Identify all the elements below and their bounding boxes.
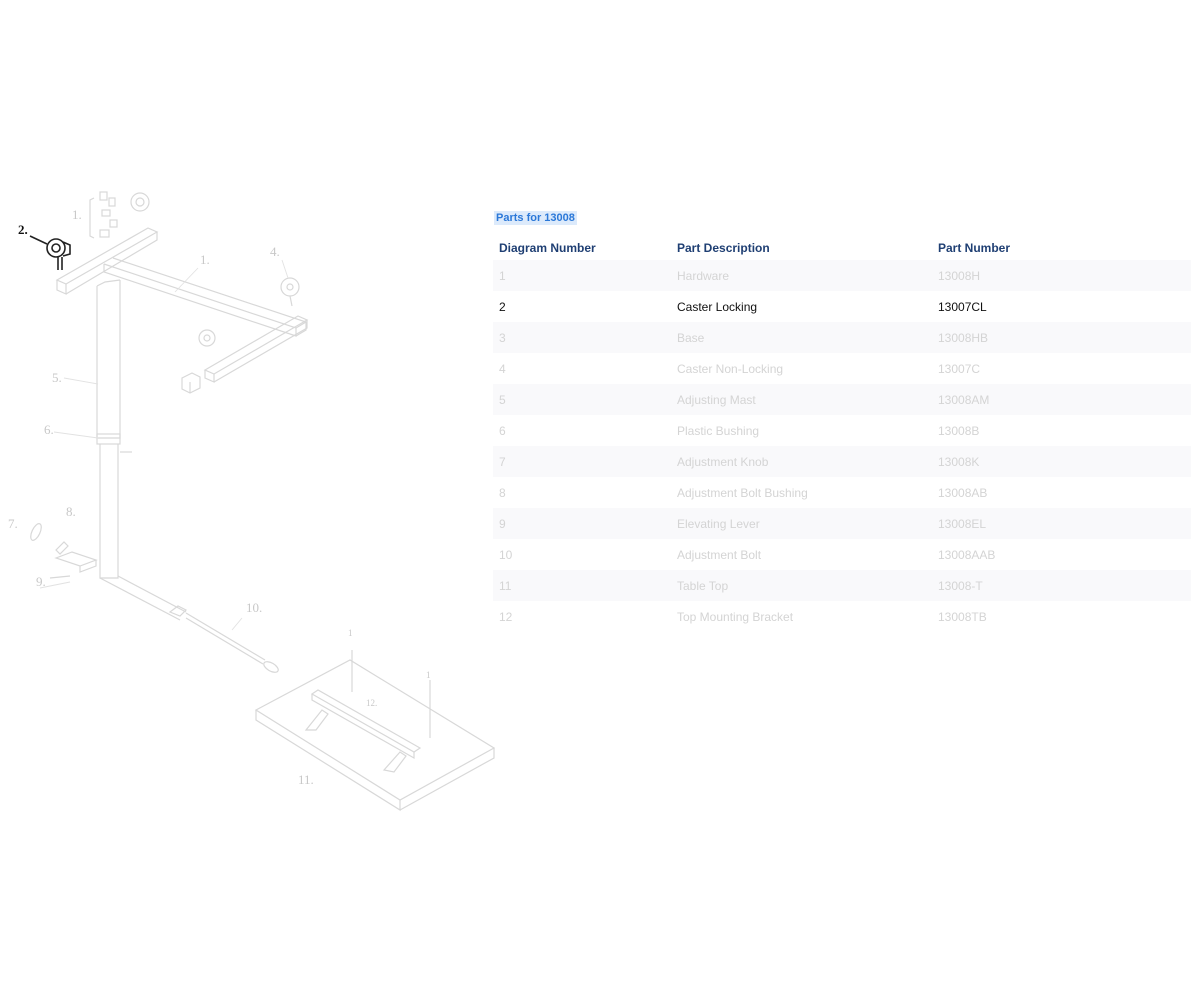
leader-lines <box>39 259 289 631</box>
cell-part-number: 13008EL <box>932 508 1191 539</box>
callout-5: 5. <box>52 370 62 385</box>
cell-part-description: Adjustment Bolt <box>677 547 762 562</box>
cell-part-description: Top Mounting Bracket <box>677 609 794 624</box>
diagram-drawing <box>29 191 496 812</box>
cell-diagram-number: 12 <box>499 609 513 624</box>
parts-table: Diagram Number Part Description Part Num… <box>493 236 1191 632</box>
callout-2[interactable]: 2. <box>18 222 28 238</box>
table-row[interactable]: 10 Adjustment Bolt 13008AAB <box>493 539 1191 570</box>
table-row[interactable]: 7 Adjustment Knob 13008K <box>493 446 1191 477</box>
table-row[interactable]: 11 Table Top 13008-T <box>493 570 1191 601</box>
cell-part-number: 13008H <box>932 260 1191 291</box>
callout-10: 10. <box>246 600 263 615</box>
column-header-diagram-number: Diagram Number <box>499 241 596 255</box>
cell-part-number: 13007C <box>938 361 981 376</box>
table-row[interactable]: 8 Adjustment Bolt Bushing 13008AB <box>493 477 1191 508</box>
cell-part-number: 13008TB <box>938 609 987 624</box>
adjustment-hardware <box>30 523 98 579</box>
cell-part-number: 13008AAB <box>938 547 996 562</box>
cell-part-number: 13008HB <box>932 322 1191 353</box>
parts-title-link[interactable]: Parts for 13008 <box>494 211 577 225</box>
cell-part-description: Caster Non-Locking <box>677 361 784 376</box>
parts-panel: Parts for 13008 Diagram Number Part Desc… <box>493 208 1191 632</box>
callout-6: 6. <box>44 422 54 437</box>
table-row[interactable]: 4 Caster Non-Locking 13007C <box>493 353 1191 384</box>
callout-12: 12. <box>366 698 378 708</box>
cell-part-description: Adjustment Knob <box>671 446 932 477</box>
table-top <box>254 650 496 812</box>
table-row[interactable]: 12 Top Mounting Bracket 13008TB <box>493 601 1191 632</box>
cell-part-description: Caster Locking <box>671 291 932 322</box>
caster-locking-highlight[interactable] <box>29 235 71 270</box>
cell-diagram-number: 4 <box>499 361 506 376</box>
table-row[interactable]: 6 Plastic Bushing 13008B <box>493 415 1191 446</box>
hardware-group <box>89 191 150 239</box>
cell-diagram-number: 5 <box>493 384 671 415</box>
cell-part-number: 13008B <box>938 423 980 438</box>
cell-diagram-number: 8 <box>499 485 506 500</box>
cell-diagram-number: 10 <box>499 547 513 562</box>
cell-part-description: Base <box>671 322 932 353</box>
adjusting-mast <box>96 279 187 621</box>
cell-part-number: 13008-T <box>932 570 1191 601</box>
callout-1a: 1. <box>72 207 82 222</box>
table-row[interactable]: 3 Base 13008HB <box>493 322 1191 353</box>
callout-7: 7. <box>8 516 18 531</box>
table-row[interactable]: 1 Hardware 13008H <box>493 260 1191 291</box>
cell-part-description: Elevating Lever <box>671 508 932 539</box>
cell-part-number: 13008AB <box>938 485 988 500</box>
cell-diagram-number: 11 <box>493 570 671 601</box>
callout-1d: 1 <box>426 670 431 680</box>
table-row[interactable]: 2 Caster Locking 13007CL <box>493 291 1191 322</box>
parts-table-header: Diagram Number Part Description Part Num… <box>493 236 1191 260</box>
cell-part-description: Plastic Bushing <box>677 423 760 438</box>
cell-diagram-number: 3 <box>493 322 671 353</box>
cell-diagram-number: 9 <box>493 508 671 539</box>
callout-1b: 1. <box>200 252 210 267</box>
cell-part-number: 13008K <box>932 446 1191 477</box>
cell-part-description: Table Top <box>671 570 932 601</box>
cell-part-description: Adjusting Mast <box>671 384 932 415</box>
callout-11: 11. <box>298 772 314 787</box>
column-header-part-description: Part Description <box>677 241 770 255</box>
cell-diagram-number: 1 <box>493 260 671 291</box>
cell-part-description: Hardware <box>671 260 932 291</box>
parts-table-body: 1 Hardware 13008H 2 Caster Locking 13007CL 3 Ba… <box>493 260 1191 632</box>
column-header-part-number: Part Number <box>938 241 1011 255</box>
cell-diagram-number: 6 <box>499 423 506 438</box>
parts-page: 1. 2. 1. 4. 5. 6. 7. 8. 9. 10. 11. 12. 1… <box>0 0 1200 1000</box>
table-row[interactable]: 5 Adjusting Mast 13008AM <box>493 384 1191 415</box>
cell-part-number: 13008AM <box>932 384 1191 415</box>
cell-part-description: Adjustment Bolt Bushing <box>677 485 808 500</box>
table-row[interactable]: 9 Elevating Lever 13008EL <box>493 508 1191 539</box>
cell-diagram-number: 7 <box>493 446 671 477</box>
callout-8: 8. <box>66 504 76 519</box>
adjustment-bolt <box>168 605 279 673</box>
exploded-parts-diagram: 1. 2. 1. 4. 5. 6. 7. 8. 9. 10. 11. 12. 1… <box>0 180 500 820</box>
callout-4: 4. <box>270 244 280 259</box>
callout-9: 9. <box>36 574 46 589</box>
cell-part-number: 13007CL <box>932 291 1191 322</box>
callout-1c: 1 <box>348 628 353 638</box>
cell-diagram-number: 2 <box>493 291 671 322</box>
